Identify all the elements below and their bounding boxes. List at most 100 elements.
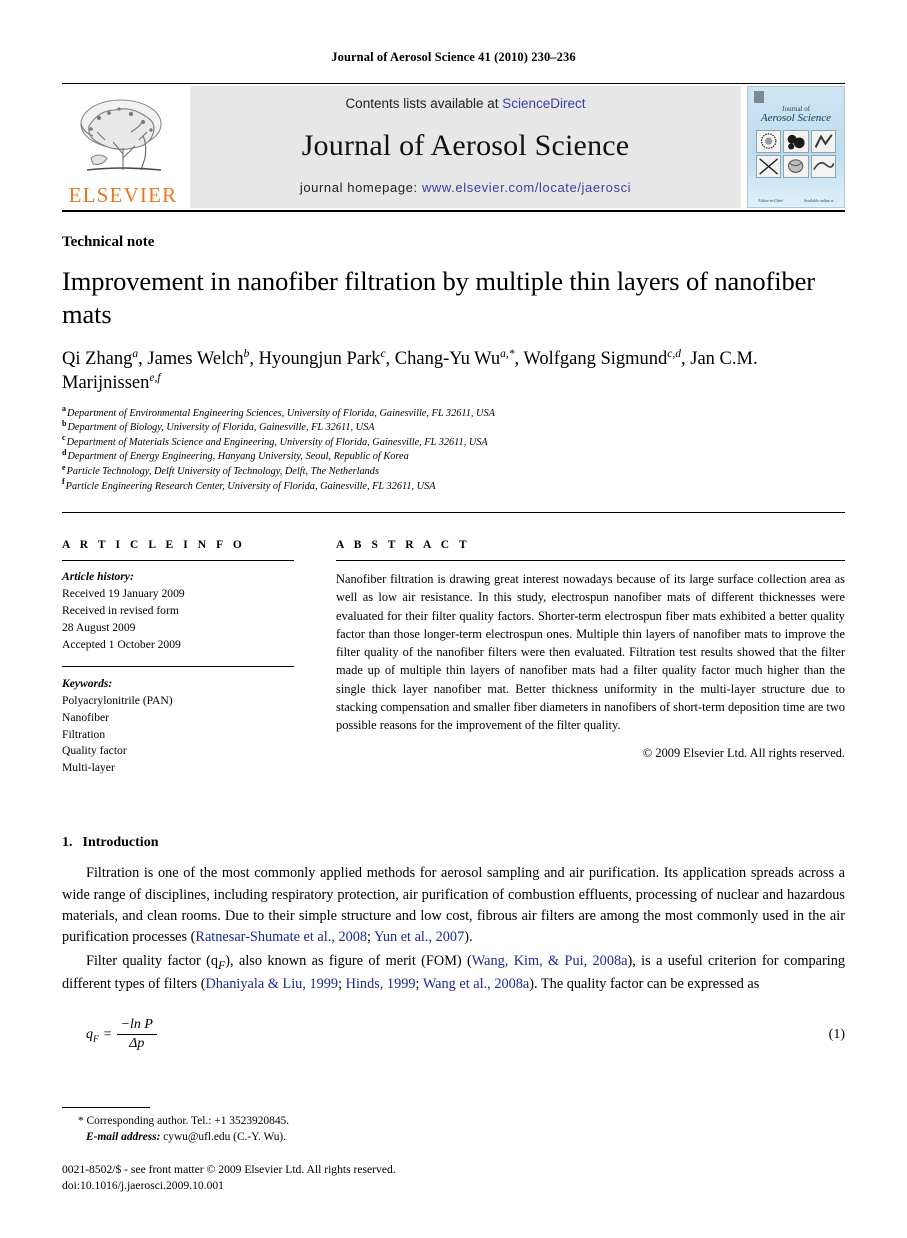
info-abstract-row: A R T I C L E I N F O Article history: R… xyxy=(62,539,845,777)
author-separator: , xyxy=(681,348,691,369)
equation-denominator: Δp xyxy=(129,1036,145,1052)
email-value: cywu@ufl.edu (C.-Y. Wu). xyxy=(160,1130,287,1143)
citation-link[interactable]: Dhaniyala & Liu, 1999 xyxy=(205,976,338,992)
author-name: Chang-Yu Wu xyxy=(394,348,501,369)
affiliation-item: dDepartment of Energy Engineering, Hanya… xyxy=(62,447,845,465)
section-number: 1. xyxy=(62,835,73,851)
keywords-divider-rule xyxy=(62,665,294,667)
footnote-area: * Corresponding author. Tel.: +1 3523920… xyxy=(62,1106,845,1194)
author-entry: James Welchb, xyxy=(147,348,259,369)
author-name: Qi Zhang xyxy=(62,348,133,369)
author-affiliation-marker: a,* xyxy=(500,347,515,360)
intro-p2-text-f: ). The quality factor can be expressed a… xyxy=(529,976,760,993)
corresponding-author-note: * Corresponding author. Tel.: +1 3523920… xyxy=(78,1114,290,1127)
intro-p1-text-c: ). xyxy=(464,929,473,946)
intro-paragraph-2: Filter quality factor (qF), also known a… xyxy=(62,951,845,996)
affiliation-text: Department of Environmental Engineering … xyxy=(67,407,495,419)
author-separator: , xyxy=(249,348,259,369)
running-head: Journal of Aerosol Science 41 (2010) 230… xyxy=(331,50,576,64)
header-top-rule xyxy=(62,83,845,84)
affiliation-list: aDepartment of Environmental Engineering… xyxy=(62,405,845,495)
affiliation-text: Particle Technology, Delft University of… xyxy=(66,465,379,477)
author-separator: , xyxy=(138,348,148,369)
citation-link[interactable]: Hinds, 1999 xyxy=(346,976,416,992)
cover-publisher-mark xyxy=(754,91,764,103)
affiliation-marker: e xyxy=(62,462,66,472)
affiliation-text: Particle Engineering Research Center, Un… xyxy=(65,480,436,492)
abstract-copyright: © 2009 Elsevier Ltd. All rights reserved… xyxy=(642,746,845,761)
keyword-item: Polyacrylonitrile (PAN) xyxy=(62,693,173,707)
elsevier-logo: ELSEVIER xyxy=(62,86,184,208)
affiliation-item: fParticle Engineering Research Center, U… xyxy=(62,477,845,495)
citation-link[interactable]: Yun et al., 2007 xyxy=(374,929,464,945)
journal-homepage-line: journal homepage: www.elsevier.com/locat… xyxy=(300,180,631,195)
doi-line: doi:10.1016/j.jaerosci.2009.10.001 xyxy=(62,1179,224,1193)
contents-available-line: Contents lists available at ScienceDirec… xyxy=(345,96,585,111)
equation-fraction: −ln P Δp xyxy=(116,1017,157,1052)
citation-link[interactable]: Wang, Kim, & Pui, 2008a xyxy=(472,953,628,969)
author-entry: Qi Zhanga, xyxy=(62,348,148,369)
author-name: James Welch xyxy=(147,348,244,369)
keyword-item: Filtration xyxy=(62,727,106,741)
imprint-block: 0021-8502/$ - see front matter © 2009 El… xyxy=(62,1162,845,1194)
article-history-label: Article history: xyxy=(62,570,134,584)
equation-lhs: qF xyxy=(86,1027,99,1043)
article-page: Journal of Aerosol Science 41 (2010) 230… xyxy=(0,0,907,1238)
intro-p2-text-d: ; xyxy=(338,976,346,993)
section-title-text: Introduction xyxy=(82,835,159,851)
history-line: Received in revised form xyxy=(62,604,179,618)
cover-image-grid xyxy=(756,129,836,178)
contents-prefix: Contents lists available at xyxy=(345,96,503,111)
citation-link[interactable]: Wang et al., 2008a xyxy=(423,976,529,992)
cover-image-cell xyxy=(810,129,836,153)
sciencedirect-link[interactable]: ScienceDirect xyxy=(502,96,585,111)
author-name: Hyoungjun Park xyxy=(258,348,381,369)
homepage-prefix: journal homepage: xyxy=(299,180,422,195)
intro-p2-text-b: ), also known as figure of merit (FOM) ( xyxy=(225,952,472,969)
cover-foot-left: Editor-in-Chief xyxy=(758,198,783,203)
column-gap xyxy=(294,539,336,777)
journal-title: Journal of Aerosol Science xyxy=(301,128,630,162)
affiliation-marker: f xyxy=(62,477,65,487)
author-separator: , xyxy=(385,348,395,369)
keyword-item: Nanofiber xyxy=(62,710,109,724)
affiliation-item: aDepartment of Environmental Engineering… xyxy=(62,405,845,422)
abstract-text: Nanofiber filtration is drawing great in… xyxy=(336,572,845,733)
email-note: E-mail address: cywu@ufl.edu (C.-Y. Wu). xyxy=(62,1129,845,1145)
affiliation-marker: d xyxy=(62,447,67,457)
affiliation-marker: b xyxy=(62,418,67,428)
article-info-heading: A R T I C L E I N F O xyxy=(62,539,246,552)
author-entry: Wolfgang Sigmundc,d, xyxy=(523,347,691,369)
intro-p2-text-a: Filter quality factor (q xyxy=(86,952,218,969)
email-label: E-mail address: xyxy=(86,1130,161,1143)
keywords-block: Keywords: Polyacrylonitrile (PAN) Nanofi… xyxy=(62,676,294,778)
article-info-column: A R T I C L E I N F O Article history: R… xyxy=(62,539,294,777)
history-line: 28 August 2009 xyxy=(62,620,136,634)
equation-lhs-symbol: q xyxy=(86,1026,93,1042)
history-line: Accepted 1 October 2009 xyxy=(62,637,181,651)
elsevier-wordmark: ELSEVIER xyxy=(68,183,178,207)
cover-image-cell xyxy=(756,129,782,153)
header-bottom-rule xyxy=(62,210,845,212)
abstract-rule xyxy=(336,560,845,562)
cover-image-cell xyxy=(810,154,836,178)
equation-1: qF = −ln P Δp xyxy=(86,1017,157,1052)
abstract-heading: A B S T R A C T xyxy=(336,539,471,552)
affiliation-text: Department of Biology, University of Flo… xyxy=(67,422,375,434)
article-history-block: Article history: Received 19 January 200… xyxy=(62,569,294,654)
journal-homepage-link[interactable]: www.elsevier.com/locate/jaerosci xyxy=(422,180,631,195)
keywords-label: Keywords: xyxy=(62,676,113,690)
equation-row-1: qF = −ln P Δp (1) xyxy=(62,1017,845,1052)
affiliation-item: cDepartment of Materials Science and Eng… xyxy=(62,434,845,451)
affiliation-text: Department of Materials Science and Engi… xyxy=(66,436,488,448)
cover-image-cell xyxy=(783,129,809,153)
equation-numerator: −ln P xyxy=(116,1017,157,1036)
journal-masthead: ELSEVIER Contents lists available at Sci… xyxy=(62,86,845,208)
author-affiliation-marker: c,d xyxy=(667,347,681,360)
author-name: Wolfgang Sigmund xyxy=(523,348,668,369)
citation-link[interactable]: Ratnesar-Shumate et al., 2008 xyxy=(195,929,367,945)
section-heading-introduction: 1. Introduction xyxy=(62,835,845,851)
intro-p2-text-e: ; xyxy=(415,976,423,993)
journal-cover-thumbnail: Journal of Aerosol Science Editor-in-Chi… xyxy=(747,86,845,208)
keyword-item: Multi-layer xyxy=(62,761,115,775)
